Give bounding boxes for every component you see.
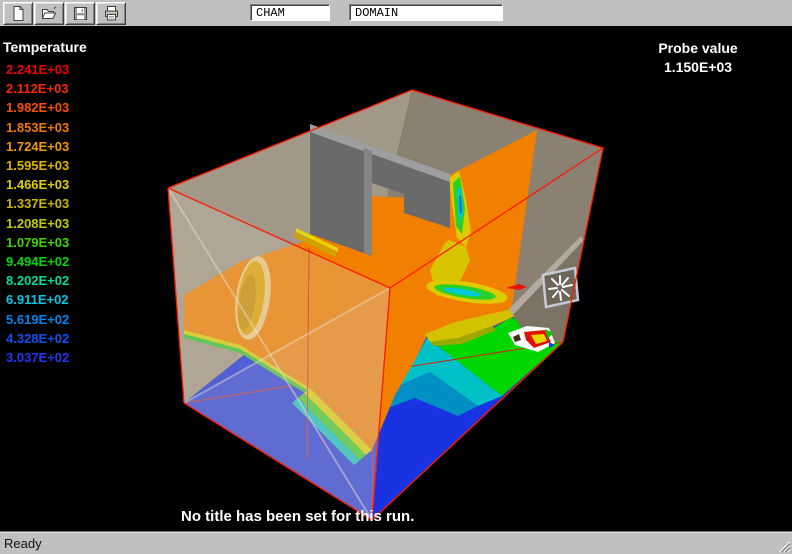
legend-value: 1.208E+03 — [6, 214, 69, 233]
legend-value: 1.595E+03 — [6, 156, 69, 175]
probe-value: 1.150E+03 — [638, 58, 758, 77]
fan-icon — [543, 268, 578, 307]
legend-value: 1.724E+03 — [6, 137, 69, 156]
legend-value: 9.494E+02 — [6, 252, 69, 271]
run-title-message: No title has been set for this run. — [181, 508, 414, 525]
legend-value: 1.079E+03 — [6, 233, 69, 252]
probe-label: Probe value — [638, 39, 758, 58]
save-icon — [72, 5, 89, 22]
toolbar: CHAM DOMAIN — [0, 0, 792, 27]
legend-value: 1.337E+03 — [6, 194, 69, 213]
status-bar: Ready — [0, 531, 792, 554]
open-folder-icon — [41, 5, 58, 22]
legend-value: 1.982E+03 — [6, 98, 69, 117]
viewport-3d-scene — [0, 27, 792, 531]
legend-value: 8.202E+02 — [6, 271, 69, 290]
application-window: CHAM DOMAIN — [0, 0, 792, 554]
legend-value: 1.853E+03 — [6, 118, 69, 137]
legend-value: 1.466E+03 — [6, 175, 69, 194]
legend-value: 3.037E+02 — [6, 348, 69, 367]
status-text: Ready — [4, 536, 42, 551]
viewport-3d[interactable]: Temperature 2.241E+032.112E+031.982E+031… — [0, 27, 792, 531]
legend-value: 2.112E+03 — [6, 79, 69, 98]
open-file-button[interactable] — [34, 2, 64, 25]
name-field[interactable]: CHAM — [250, 4, 330, 21]
print-icon — [103, 5, 120, 22]
probe-readout: Probe value 1.150E+03 — [638, 39, 758, 77]
save-button[interactable] — [65, 2, 95, 25]
legend-value: 6.911E+02 — [6, 290, 69, 309]
domain-field[interactable]: DOMAIN — [349, 4, 503, 21]
legend-values: 2.241E+032.112E+031.982E+031.853E+031.72… — [6, 60, 69, 367]
print-button[interactable] — [96, 2, 126, 25]
legend-title: Temperature — [3, 39, 87, 55]
legend-value: 4.328E+02 — [6, 329, 69, 348]
new-file-icon — [10, 5, 27, 22]
new-file-button[interactable] — [3, 2, 33, 25]
resize-grip-icon[interactable] — [777, 539, 791, 553]
legend-value: 5.619E+02 — [6, 310, 69, 329]
legend-value: 2.241E+03 — [6, 60, 69, 79]
